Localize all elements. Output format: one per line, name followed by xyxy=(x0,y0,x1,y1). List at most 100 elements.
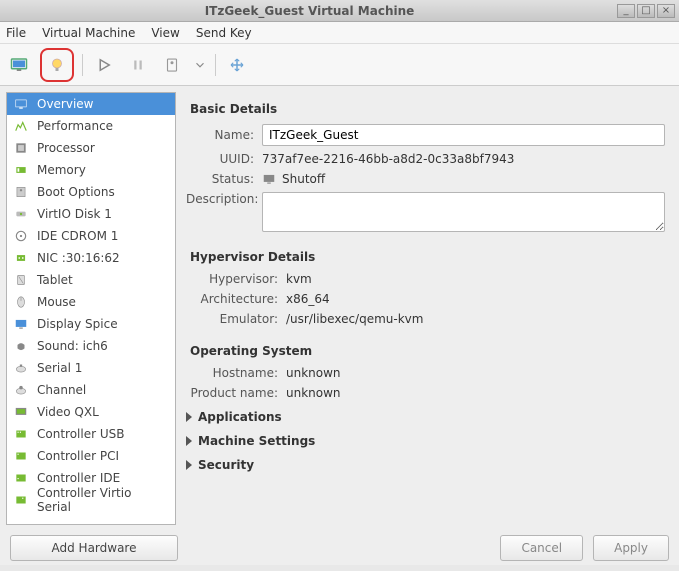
architecture-value: x86_64 xyxy=(286,292,330,306)
sidebar-icon xyxy=(13,184,29,200)
sidebar-item-label: Display Spice xyxy=(37,317,118,331)
hypervisor-details-heading: Hypervisor Details xyxy=(190,250,665,264)
sidebar-icon xyxy=(13,140,29,156)
expander-security[interactable]: Security xyxy=(186,458,665,472)
sidebar-item-label: Serial 1 xyxy=(37,361,82,375)
sidebar-item-nic-30-16-62[interactable]: NIC :30:16:62 xyxy=(7,247,175,269)
name-input[interactable] xyxy=(262,124,665,146)
sidebar-item-overview[interactable]: Overview xyxy=(7,93,175,115)
play-icon xyxy=(95,56,113,74)
shutdown-button[interactable] xyxy=(159,52,185,78)
sidebar-item-display-spice[interactable]: Display Spice xyxy=(7,313,175,335)
menu-send-key[interactable]: Send Key xyxy=(196,26,252,40)
sidebar-icon xyxy=(13,272,29,288)
sidebar-item-label: Channel xyxy=(37,383,86,397)
fullscreen-button[interactable] xyxy=(224,52,250,78)
sidebar-item-channel[interactable]: Channel xyxy=(7,379,175,401)
run-button[interactable] xyxy=(91,52,117,78)
show-details-button[interactable] xyxy=(44,52,70,78)
sidebar-item-performance[interactable]: Performance xyxy=(7,115,175,137)
operating-system-heading: Operating System xyxy=(190,344,665,358)
sidebar-icon xyxy=(13,404,29,420)
description-input[interactable] xyxy=(262,192,665,232)
window-title: ITzGeek_Guest Virtual Machine xyxy=(4,4,615,18)
sidebar-item-memory[interactable]: Memory xyxy=(7,159,175,181)
sidebar-icon xyxy=(13,294,29,310)
sidebar-icon xyxy=(13,96,29,112)
menu-virtual-machine[interactable]: Virtual Machine xyxy=(42,26,135,40)
status-icon xyxy=(262,172,276,186)
toolbar-separator xyxy=(82,54,83,76)
sidebar-item-controller-usb[interactable]: Controller USB xyxy=(7,423,175,445)
sidebar-item-tablet[interactable]: Tablet xyxy=(7,269,175,291)
sidebar-item-sound-ich6[interactable]: Sound: ich6 xyxy=(7,335,175,357)
footer: Add Hardware Cancel Apply xyxy=(0,531,679,565)
menubar: File Virtual Machine View Send Key xyxy=(0,22,679,44)
details-pane: Basic Details Name: UUID: 737af7ee-2216-… xyxy=(186,92,673,525)
sidebar-item-processor[interactable]: Processor xyxy=(7,137,175,159)
sidebar-icon xyxy=(13,206,29,222)
name-label: Name: xyxy=(186,128,262,142)
sidebar-item-label: Controller PCI xyxy=(37,449,119,463)
sidebar-icon xyxy=(13,228,29,244)
product-name-value: unknown xyxy=(286,386,341,400)
sidebar-icon xyxy=(13,448,29,464)
cancel-button[interactable]: Cancel xyxy=(500,535,583,561)
sidebar-item-controller-virtio-serial[interactable]: Controller Virtio Serial xyxy=(7,489,175,511)
sidebar-item-label: Sound: ich6 xyxy=(37,339,108,353)
hostname-label: Hostname: xyxy=(186,366,286,380)
menu-view[interactable]: View xyxy=(151,26,179,40)
sidebar-icon xyxy=(13,492,29,508)
hostname-value: unknown xyxy=(286,366,341,380)
status-value: Shutoff xyxy=(282,172,325,186)
sidebar-icon xyxy=(13,338,29,354)
show-console-button[interactable] xyxy=(6,52,32,78)
sidebar-item-label: Performance xyxy=(37,119,113,133)
sidebar-item-label: Controller IDE xyxy=(37,471,120,485)
add-hardware-button[interactable]: Add Hardware xyxy=(10,535,178,561)
emulator-value: /usr/libexec/qemu-kvm xyxy=(286,312,423,326)
hypervisor-label: Hypervisor: xyxy=(186,272,286,286)
apply-button[interactable]: Apply xyxy=(593,535,669,561)
sidebar-item-ide-cdrom-1[interactable]: IDE CDROM 1 xyxy=(7,225,175,247)
expander-applications[interactable]: Applications xyxy=(186,410,665,424)
sidebar-icon xyxy=(13,382,29,398)
sidebar-item-controller-pci[interactable]: Controller PCI xyxy=(7,445,175,467)
sidebar-item-label: Controller Virtio Serial xyxy=(37,486,169,514)
sidebar-item-video-qxl[interactable]: Video QXL xyxy=(7,401,175,423)
sidebar-item-mouse[interactable]: Mouse xyxy=(7,291,175,313)
shutdown-menu-button[interactable] xyxy=(193,52,207,78)
sidebar-item-label: NIC :30:16:62 xyxy=(37,251,120,265)
toolbar xyxy=(0,44,679,86)
sidebar-icon xyxy=(13,470,29,486)
sidebar-icon xyxy=(13,118,29,134)
expander-machine-settings[interactable]: Machine Settings xyxy=(186,434,665,448)
sidebar-item-serial-1[interactable]: Serial 1 xyxy=(7,357,175,379)
sidebar-item-label: Overview xyxy=(37,97,94,111)
sidebar-icon xyxy=(13,250,29,266)
sidebar-item-label: Memory xyxy=(37,163,86,177)
sidebar-item-label: Boot Options xyxy=(37,185,115,199)
content-area: Overview Performance Processor Memory Boot O… xyxy=(0,86,679,531)
sidebar-item-boot-options[interactable]: Boot Options xyxy=(7,181,175,203)
menu-file[interactable]: File xyxy=(6,26,26,40)
pause-button[interactable] xyxy=(125,52,151,78)
triangle-right-icon xyxy=(186,412,192,422)
triangle-right-icon xyxy=(186,436,192,446)
chevron-down-icon xyxy=(193,56,207,74)
basic-details-heading: Basic Details xyxy=(190,102,665,116)
sidebar-icon xyxy=(13,162,29,178)
product-name-label: Product name: xyxy=(186,386,286,400)
close-button[interactable]: × xyxy=(657,4,675,18)
sidebar-icon xyxy=(13,316,29,332)
sidebar-item-label: Controller USB xyxy=(37,427,124,441)
hardware-sidebar[interactable]: Overview Performance Processor Memory Boot O… xyxy=(6,92,176,525)
minimize-button[interactable]: _ xyxy=(617,4,635,18)
pause-icon xyxy=(129,56,147,74)
status-label: Status: xyxy=(186,172,262,186)
uuid-label: UUID: xyxy=(186,152,262,166)
maximize-button[interactable]: □ xyxy=(637,4,655,18)
sidebar-icon xyxy=(13,426,29,442)
sidebar-item-virtio-disk-1[interactable]: VirtIO Disk 1 xyxy=(7,203,175,225)
info-bulb-icon xyxy=(48,56,66,74)
